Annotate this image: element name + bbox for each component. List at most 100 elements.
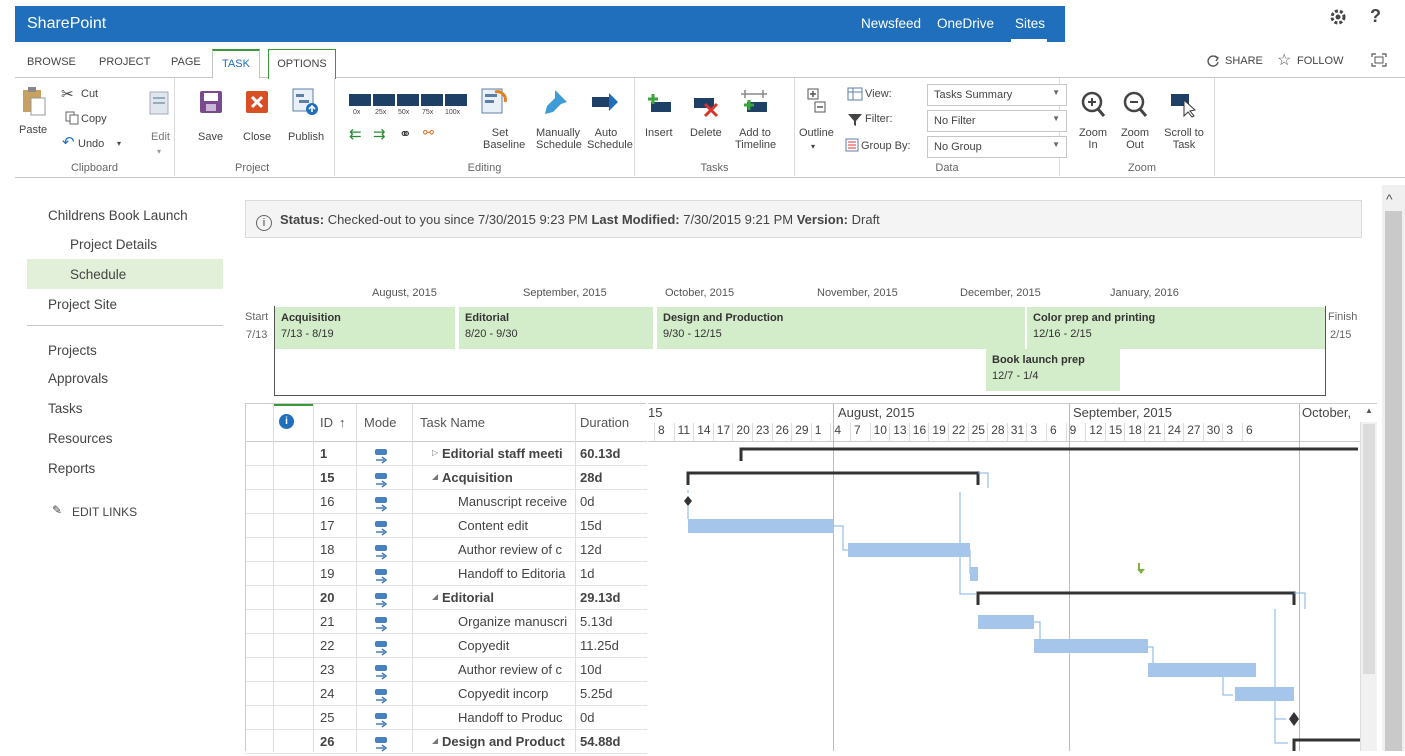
- outdent-icon[interactable]: ⇇: [349, 125, 362, 143]
- task-duration[interactable]: 0d: [580, 706, 594, 730]
- task-duration[interactable]: 0d: [580, 490, 594, 514]
- task-duration[interactable]: 5.25d: [580, 682, 613, 706]
- task-duration[interactable]: 10d: [580, 658, 602, 682]
- sort-ascending-icon[interactable]: ↑: [339, 404, 346, 441]
- nav-sites[interactable]: Sites: [1015, 16, 1045, 31]
- delete-button[interactable]: Delete: [690, 127, 722, 139]
- gantt-bar-copyedit[interactable]: [1034, 639, 1148, 653]
- nav-item-tasks[interactable]: Tasks: [48, 401, 83, 416]
- set-baseline-button[interactable]: Set Baseline: [483, 127, 525, 151]
- task-duration[interactable]: 11.25d: [580, 634, 619, 658]
- task-duration[interactable]: 15d: [580, 514, 602, 538]
- table-row[interactable]: 22 Copyedit 11.25d: [246, 634, 647, 658]
- task-name[interactable]: Design and Product: [442, 730, 573, 754]
- task-name[interactable]: Copyedit incorp: [458, 682, 573, 706]
- task-name[interactable]: Manuscript receive: [458, 490, 573, 514]
- nav-item-schedule[interactable]: Schedule: [70, 267, 126, 282]
- table-row[interactable]: 19 Handoff to Editoria 1d: [246, 562, 647, 586]
- tab-task[interactable]: TASK: [212, 49, 260, 79]
- timeline[interactable]: August, 2015 September, 2015 October, 20…: [245, 282, 1362, 397]
- gantt-chart[interactable]: 15 August, 2015 September, 2015 October,…: [648, 403, 1377, 751]
- task-duration[interactable]: 1d: [580, 562, 594, 586]
- column-header-id[interactable]: ID: [320, 404, 333, 441]
- table-row[interactable]: 26 ◢ Design and Product 54.88d: [246, 730, 647, 754]
- timeline-bar-color-prep[interactable]: Color prep and printing 12/16 - 2/15: [1027, 307, 1325, 349]
- task-name[interactable]: Handoff to Editoria: [458, 562, 573, 586]
- scroll-to-task-button[interactable]: Scroll to Task: [1162, 127, 1206, 151]
- gantt-scroll-up-icon[interactable]: ▲: [1365, 406, 1373, 415]
- task-duration[interactable]: 60.13d: [580, 442, 620, 466]
- table-row[interactable]: 24 Copyedit incorp 5.25d: [246, 682, 647, 706]
- undo-button[interactable]: Undo: [78, 138, 104, 150]
- pct-50-icon[interactable]: [397, 94, 419, 106]
- column-header-mode[interactable]: Mode: [364, 404, 397, 441]
- task-name[interactable]: Content edit: [458, 514, 573, 538]
- scroll-up-icon[interactable]: ^: [1386, 191, 1393, 207]
- table-row[interactable]: 20 ◢ Editorial 29.13d: [246, 586, 647, 610]
- gantt-bar-author-review-copyedit[interactable]: [1148, 663, 1256, 677]
- gantt-bar-content-edit[interactable]: [688, 519, 833, 533]
- manually-schedule-button[interactable]: Manually Schedule: [536, 127, 582, 151]
- timeline-bar-editorial[interactable]: Editorial 8/20 - 9/30: [459, 307, 653, 349]
- undo-dropdown-icon[interactable]: ▾: [117, 138, 121, 150]
- share-link[interactable]: SHARE: [1225, 55, 1263, 67]
- gantt-scrollbar[interactable]: ▲: [1360, 406, 1377, 751]
- pct-0-icon[interactable]: [349, 94, 371, 106]
- task-name[interactable]: Editorial: [442, 586, 573, 610]
- table-row[interactable]: 18 Author review of c 12d: [246, 538, 647, 562]
- copy-button[interactable]: Copy: [81, 113, 107, 125]
- indicators-column-icon[interactable]: i: [279, 414, 294, 429]
- outline-button[interactable]: Outline: [799, 127, 834, 139]
- gantt-bar-handoff-editorial[interactable]: [970, 567, 978, 581]
- task-name[interactable]: Handoff to Produc: [458, 706, 573, 730]
- task-name[interactable]: Organize manuscri: [458, 610, 573, 634]
- nav-item-projects[interactable]: Projects: [48, 343, 97, 358]
- edit-links-link[interactable]: EDIT LINKS: [72, 505, 137, 519]
- collapse-icon[interactable]: ◢: [432, 586, 438, 610]
- nav-item-project-details[interactable]: Project Details: [70, 237, 157, 252]
- pct-100-icon[interactable]: [445, 94, 467, 106]
- task-name[interactable]: Acquisition: [442, 466, 573, 490]
- timeline-bar-acquisition[interactable]: Acquisition 7/13 - 8/19: [275, 307, 455, 349]
- auto-schedule-button[interactable]: Auto Schedule: [587, 127, 633, 151]
- gantt-bar-author-review[interactable]: [848, 543, 970, 557]
- gantt-scroll-thumb[interactable]: [1363, 424, 1375, 674]
- nav-onedrive[interactable]: OneDrive: [937, 16, 994, 31]
- task-duration[interactable]: 29.13d: [580, 586, 620, 610]
- publish-button[interactable]: Publish: [288, 131, 324, 143]
- gantt-bar-organize-manuscript[interactable]: [978, 615, 1034, 629]
- task-duration[interactable]: 5.13d: [580, 610, 613, 634]
- nav-item-reports[interactable]: Reports: [48, 461, 95, 476]
- group-by-select[interactable]: No Group ▼: [927, 136, 1067, 158]
- help-icon[interactable]: ?: [1370, 6, 1381, 27]
- task-duration[interactable]: 28d: [580, 466, 602, 490]
- filter-select[interactable]: No Filter ▼: [927, 110, 1067, 132]
- table-row[interactable]: 17 Content edit 15d: [246, 514, 647, 538]
- collapse-icon[interactable]: ◢: [432, 466, 438, 490]
- task-name[interactable]: Editorial staff meeti: [442, 442, 573, 466]
- table-row[interactable]: 15 ◢ Acquisition 28d: [246, 466, 647, 490]
- paste-icon[interactable]: [21, 86, 47, 116]
- tab-browse[interactable]: BROWSE: [27, 56, 76, 68]
- collapse-icon[interactable]: ◢: [432, 730, 438, 754]
- gantt-bar-copyedit-incorp[interactable]: [1235, 687, 1294, 701]
- table-row[interactable]: 23 Author review of c 10d: [246, 658, 647, 682]
- unlink-icon[interactable]: ⚯: [423, 125, 434, 141]
- nav-newsfeed[interactable]: Newsfeed: [861, 16, 921, 31]
- add-to-timeline-button[interactable]: Add to Timeline: [735, 127, 776, 151]
- zoom-in-button[interactable]: Zoom In: [1078, 127, 1108, 151]
- link-icon[interactable]: ⚭: [399, 125, 412, 143]
- pct-75-icon[interactable]: [421, 94, 443, 106]
- task-name[interactable]: Author review of c: [458, 538, 573, 562]
- close-button[interactable]: Close: [243, 131, 271, 143]
- table-row[interactable]: 25 Handoff to Produc 0d: [246, 706, 647, 730]
- column-header-duration[interactable]: Duration: [580, 404, 629, 441]
- indent-icon[interactable]: ⇉: [373, 125, 386, 143]
- cut-button[interactable]: Cut: [81, 88, 98, 100]
- task-name[interactable]: Author review of c: [458, 658, 573, 682]
- follow-link[interactable]: FOLLOW: [1297, 55, 1343, 67]
- tab-options[interactable]: OPTIONS: [268, 49, 336, 79]
- expand-icon[interactable]: ▷: [432, 442, 438, 466]
- gear-icon[interactable]: [1329, 8, 1347, 26]
- timeline-bar-book-launch[interactable]: Book launch prep 12/7 - 1/4: [986, 349, 1120, 391]
